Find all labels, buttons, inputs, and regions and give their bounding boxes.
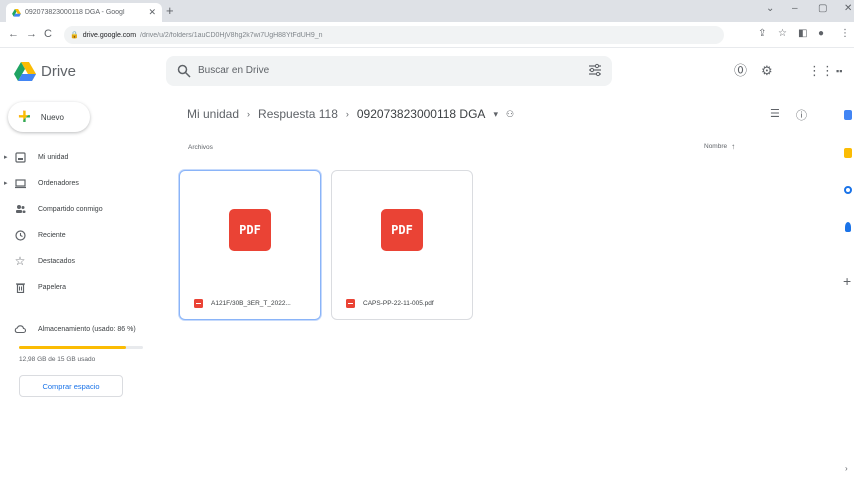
storage-progress-bar xyxy=(19,346,143,349)
sidebar-item-label: Ordenadores xyxy=(38,179,79,187)
sidebar-item-recent[interactable]: Reciente xyxy=(4,224,164,246)
back-icon[interactable]: ← xyxy=(8,27,19,41)
sidebar-item-label: Reciente xyxy=(38,231,66,239)
clock-icon xyxy=(14,229,26,241)
tab-close-icon[interactable]: ✕ xyxy=(148,7,156,18)
breadcrumb-separator-icon: › xyxy=(247,109,251,119)
sidebar-item-label: Almacenamiento (usado: 86 %) xyxy=(38,325,136,333)
account-icon[interactable]: ▪▪ xyxy=(836,63,842,79)
file-name: CAPS-PP-22-11-005.pdf xyxy=(363,300,434,307)
people-icon xyxy=(14,203,26,215)
star-icon: ☆ xyxy=(14,254,26,268)
close-window-icon[interactable]: ✕ xyxy=(844,3,852,14)
new-button[interactable]: + Nuevo xyxy=(8,102,90,132)
tab-search-icon[interactable]: ⌄ xyxy=(766,3,774,14)
address-bar[interactable]: 🔒 drive.google.com /drive/u/2/folders/1a… xyxy=(64,26,724,44)
url-host: drive.google.com xyxy=(82,31,137,39)
sidebar-item-label: Mi unidad xyxy=(38,153,69,161)
drive-logo-icon[interactable] xyxy=(14,62,36,82)
tasks-icon[interactable] xyxy=(844,186,852,194)
sidebar-toggle-icon[interactable]: ◧ xyxy=(798,28,807,40)
browser-tab[interactable]: 092073823000118 DGA - Googl ✕ xyxy=(6,3,162,22)
apps-grid-icon[interactable]: ⋮⋮ xyxy=(808,63,834,79)
browser-menu-icon[interactable]: ⋮ xyxy=(840,28,850,40)
pdf-type-icon xyxy=(194,299,203,308)
info-icon[interactable]: ⓘ xyxy=(796,107,807,123)
sidebar-item-label: Destacados xyxy=(38,257,75,265)
file-thumbnail[interactable]: PDF xyxy=(332,171,472,289)
url-path: /drive/u/2/folders/1auCD0HjV8hg2k7wi7UgH… xyxy=(140,31,323,39)
add-addon-icon[interactable]: + xyxy=(843,274,851,288)
sort-label: Nombre xyxy=(704,143,728,150)
sidebar-item-shared[interactable]: Compartido conmigo xyxy=(4,198,164,220)
plus-icon: + xyxy=(18,104,31,129)
sidebar-item-trash[interactable]: Papelera xyxy=(4,276,164,298)
browser-tab-strip: 092073823000118 DGA - Googl ✕ + ⌄ – ▢ ✕ xyxy=(0,0,854,22)
breadcrumb-folder[interactable]: Respuesta 118 xyxy=(258,107,338,121)
sidebar-item-computers[interactable]: ▸ Ordenadores xyxy=(4,172,164,194)
breadcrumb-separator-icon: › xyxy=(345,109,349,119)
bookmark-star-icon[interactable]: ☆ xyxy=(778,28,787,40)
cloud-icon xyxy=(14,323,26,335)
search-icon[interactable] xyxy=(177,64,191,78)
browser-toolbar: ← → C 🔒 drive.google.com /drive/u/2/fold… xyxy=(0,22,854,48)
settings-gear-icon[interactable]: ⚙ xyxy=(761,63,773,79)
expand-caret-icon[interactable]: ▸ xyxy=(4,153,12,161)
keep-icon[interactable] xyxy=(844,148,852,158)
chevron-down-icon[interactable]: ▾ xyxy=(493,109,498,120)
sort-control[interactable]: Nombre ↑ xyxy=(704,143,735,151)
maximize-icon[interactable]: ▢ xyxy=(818,3,827,14)
file-thumbnail[interactable]: PDF xyxy=(180,171,320,289)
new-button-label: Nuevo xyxy=(40,112,64,122)
my-drive-icon xyxy=(14,151,26,163)
breadcrumb-my-drive[interactable]: Mi unidad xyxy=(187,107,239,121)
breadcrumb: Mi unidad › Respuesta 118 › 092073823000… xyxy=(187,105,514,123)
drive-title[interactable]: Drive xyxy=(41,63,76,80)
file-card[interactable]: PDF CAPS-PP-22-11-005.pdf xyxy=(331,170,473,320)
sidebar-item-starred[interactable]: ☆ Destacados xyxy=(4,250,164,272)
storage-usage-text: 12,98 GB de 15 GB usado xyxy=(19,356,96,363)
contacts-icon[interactable] xyxy=(845,222,851,232)
profile-icon[interactable]: ● xyxy=(818,28,824,40)
drive-favicon-icon xyxy=(12,8,21,17)
breadcrumb-current-folder[interactable]: 092073823000118 DGA xyxy=(357,107,486,121)
tab-title: 092073823000118 DGA - Googl xyxy=(25,9,125,16)
pdf-type-icon xyxy=(346,299,355,308)
file-name-row: CAPS-PP-22-11-005.pdf xyxy=(346,299,466,308)
sidebar-item-label: Compartido conmigo xyxy=(38,205,103,213)
lock-icon: 🔒 xyxy=(70,32,79,39)
file-name-row: A121F/30B_3ER_T_2022... xyxy=(194,299,314,308)
reload-icon[interactable]: C xyxy=(44,27,52,41)
computer-icon xyxy=(14,177,26,189)
file-card[interactable]: PDF A121F/30B_3ER_T_2022... xyxy=(179,170,321,320)
sidebar-item-storage[interactable]: Almacenamiento (usado: 86 %) xyxy=(4,318,164,340)
search-input[interactable]: Buscar en Drive xyxy=(198,65,269,76)
new-tab-button[interactable]: + xyxy=(166,3,174,19)
search-options-icon[interactable] xyxy=(588,63,602,77)
pdf-file-icon: PDF xyxy=(381,209,423,251)
calendar-icon[interactable] xyxy=(844,110,852,120)
shared-folder-icon: ⚇ xyxy=(505,108,515,119)
share-icon[interactable]: ⇪ xyxy=(758,28,766,40)
buy-storage-button[interactable]: Comprar espacio xyxy=(19,375,123,397)
list-view-icon[interactable]: ☰ xyxy=(770,107,780,120)
file-name: A121F/30B_3ER_T_2022... xyxy=(211,300,291,307)
search-bar[interactable]: Buscar en Drive xyxy=(166,56,612,86)
expand-caret-icon[interactable]: ▸ xyxy=(4,179,12,187)
help-icon[interactable]: ⓪ xyxy=(734,63,747,79)
sidebar-item-label: Papelera xyxy=(38,283,67,291)
storage-progress-fill xyxy=(19,346,126,349)
trash-icon xyxy=(14,281,26,293)
sort-arrow-icon[interactable]: ↑ xyxy=(731,143,735,151)
expand-panel-icon[interactable]: › xyxy=(845,464,848,473)
forward-icon[interactable]: → xyxy=(26,27,37,41)
drive-header: Drive Buscar en Drive ⓪ ⚙ ⋮⋮ ▪▪ xyxy=(0,48,854,96)
pdf-file-icon: PDF xyxy=(229,209,271,251)
files-section-heading: Archivos xyxy=(188,144,213,151)
sidebar-item-my-drive[interactable]: ▸ Mi unidad xyxy=(4,146,164,168)
minimize-icon[interactable]: – xyxy=(792,3,798,14)
